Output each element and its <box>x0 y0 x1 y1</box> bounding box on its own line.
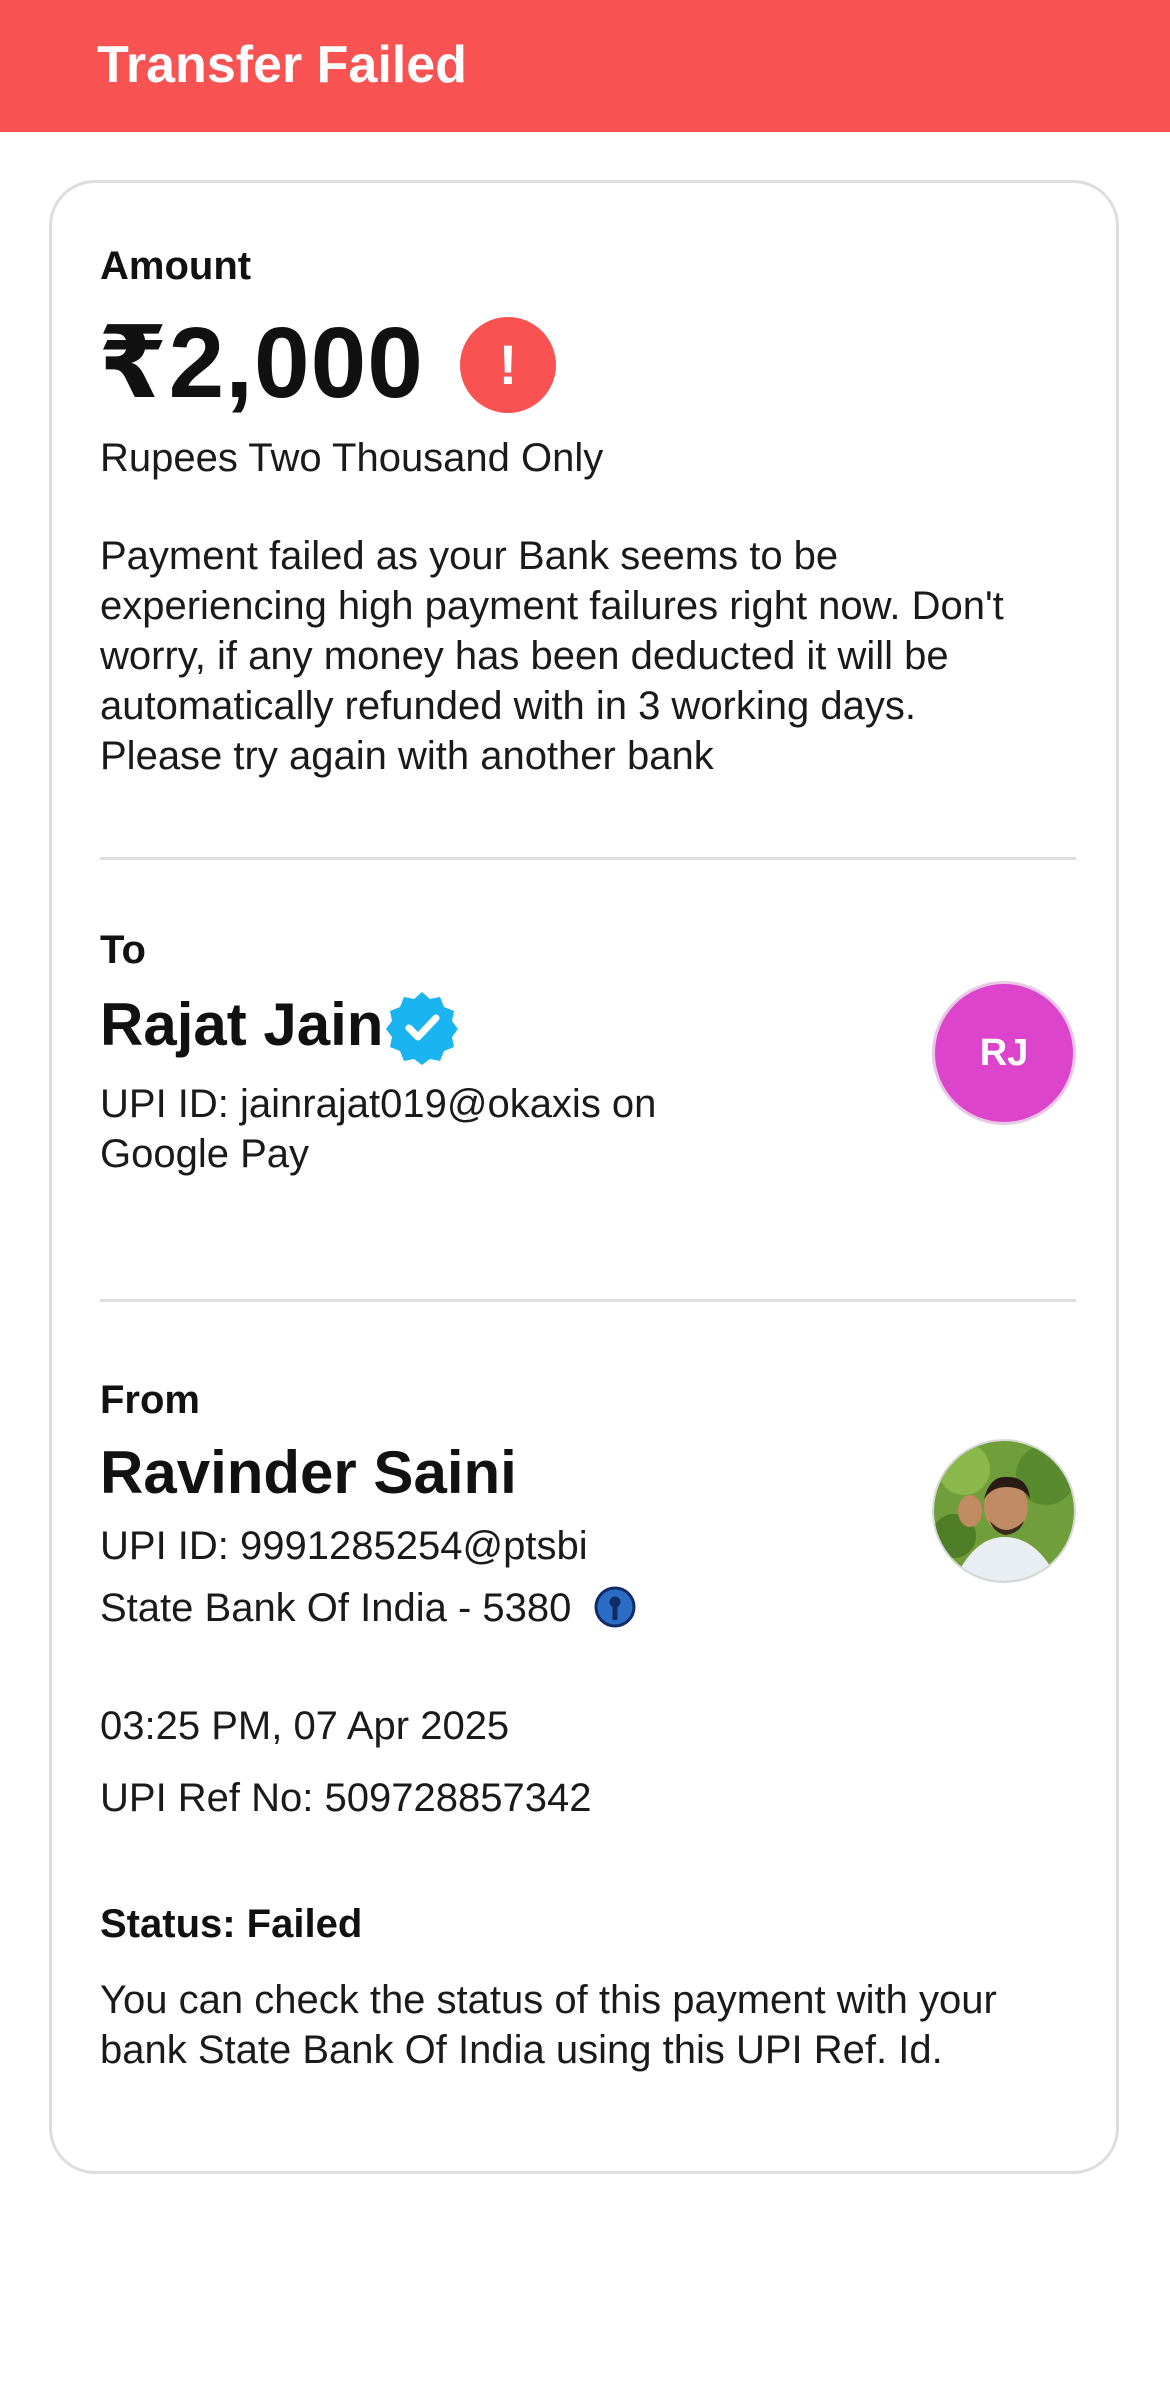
sbi-logo-icon <box>594 1586 636 1628</box>
amount-label: Amount <box>100 244 252 288</box>
verified-badge-icon <box>386 992 458 1065</box>
alert-icon-glyph: ! <box>498 333 518 396</box>
transaction-card: Amount ₹2,000 ! Rupees Two Thousand Only… <box>49 180 1119 2174</box>
from-label: From <box>100 1378 200 1422</box>
upi-ref-number: UPI Ref No: 509728857342 <box>100 1776 592 1820</box>
sender-avatar <box>932 1439 1076 1583</box>
divider <box>100 1299 1076 1302</box>
recipient-avatar-initials: RJ <box>979 1032 1029 1074</box>
status-note: You can check the status of this payment… <box>100 1978 997 2072</box>
amount-in-words: Rupees Two Thousand Only <box>100 436 604 480</box>
recipient-avatar: RJ <box>932 981 1076 1125</box>
recipient-upi-id: UPI ID: jainrajat019@okaxis on Google Pa… <box>100 1082 657 1176</box>
sender-bank-label: State Bank Of India - 5380 <box>100 1586 572 1630</box>
profile-photo <box>934 1441 1074 1581</box>
alert-icon: ! <box>460 317 556 413</box>
failure-message: Payment failed as your Bank seems to be … <box>100 534 1004 778</box>
sender-name: Ravinder Saini <box>100 1439 517 1506</box>
status-label: Status: Failed <box>100 1902 363 1946</box>
to-label: To <box>100 928 146 972</box>
recipient-name: Rajat Jain <box>100 991 384 1058</box>
sender-bank: State Bank Of India - 5380 <box>100 1583 637 1633</box>
divider <box>100 857 1076 860</box>
top-bar: Transfer Failed <box>0 0 1170 132</box>
transaction-datetime: 03:25 PM, 07 Apr 2025 <box>100 1704 510 1748</box>
sender-upi-id: UPI ID: 9991285254@ptsbi <box>100 1524 588 1568</box>
amount-value: ₹2,000 <box>98 307 424 419</box>
page-title: Transfer Failed <box>97 36 467 94</box>
